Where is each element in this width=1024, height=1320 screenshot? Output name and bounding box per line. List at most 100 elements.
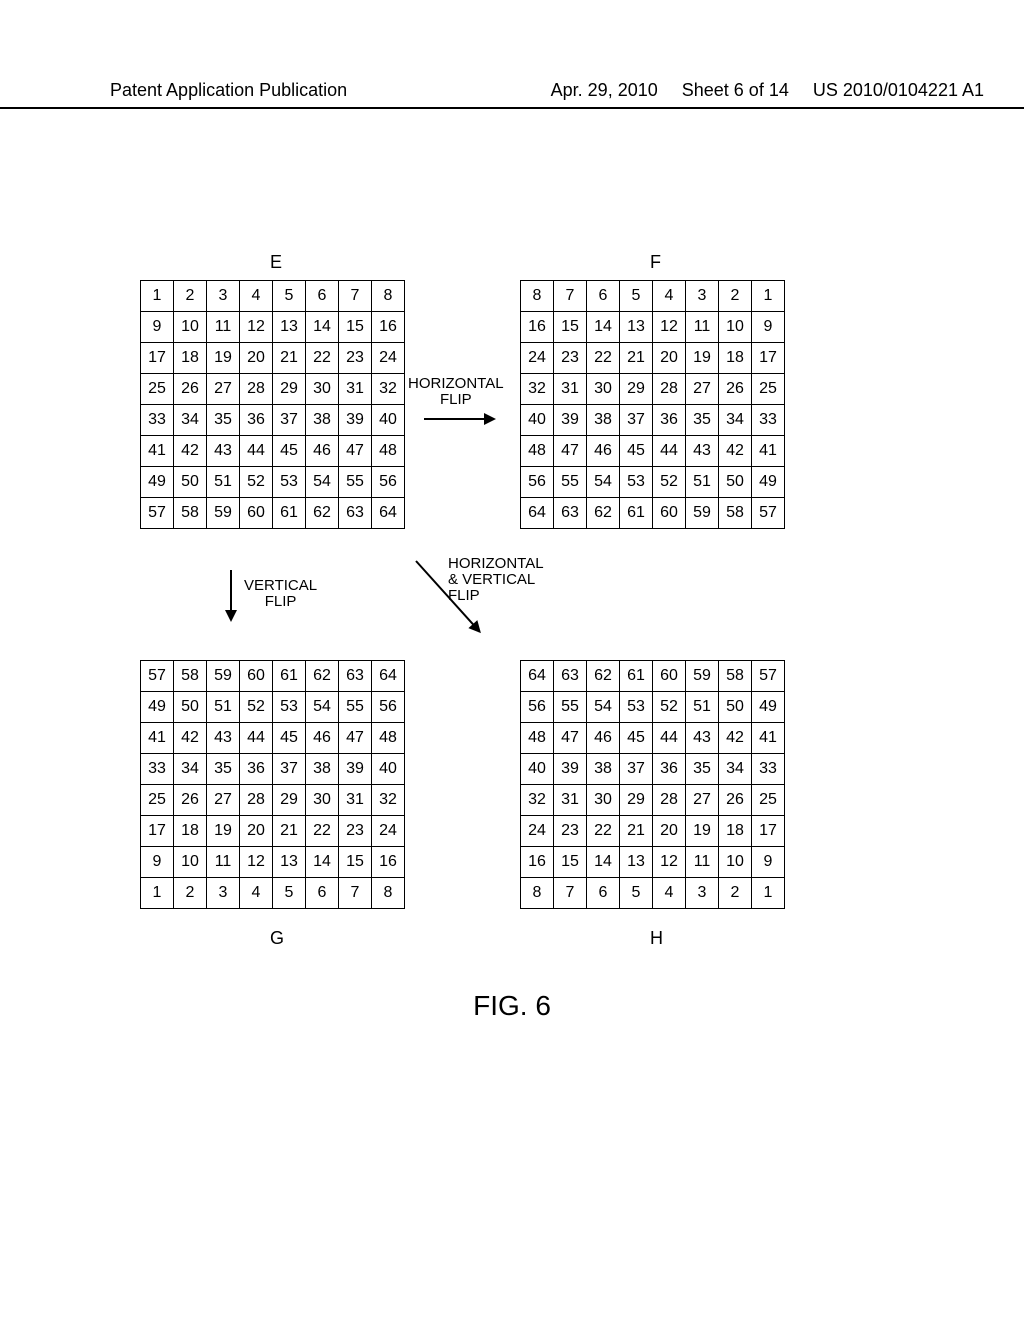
grid-cell: 38	[587, 405, 620, 436]
grid-cell: 53	[620, 692, 653, 723]
vflip-label: VERTICAL FLIP	[244, 578, 317, 610]
hflip-label: HORIZONTAL FLIP	[408, 376, 504, 408]
grid-G: 5758596061626364495051525354555641424344…	[140, 660, 405, 909]
grid-cell: 12	[240, 312, 273, 343]
grid-cell: 38	[587, 754, 620, 785]
grid-cell: 38	[306, 754, 339, 785]
grid-cell: 20	[653, 816, 686, 847]
grid-cell: 58	[719, 498, 752, 529]
grid-cell: 12	[653, 312, 686, 343]
hvflip-line1: HORIZONTAL	[448, 556, 544, 572]
page-header: Patent Application Publication Apr. 29, …	[0, 80, 1024, 109]
patent-page: Patent Application Publication Apr. 29, …	[0, 0, 1024, 1320]
grid-cell: 22	[306, 816, 339, 847]
grid-cell: 26	[719, 785, 752, 816]
grid-cell: 45	[620, 723, 653, 754]
grid-cell: 13	[620, 312, 653, 343]
grid-cell: 53	[273, 692, 306, 723]
grid-cell: 48	[372, 436, 405, 467]
label-F: F	[650, 252, 661, 273]
grid-cell: 31	[339, 374, 372, 405]
grid-cell: 60	[240, 661, 273, 692]
grid-cell: 30	[587, 374, 620, 405]
grid-cell: 16	[521, 847, 554, 878]
grid-cell: 58	[174, 498, 207, 529]
grid-cell: 62	[306, 498, 339, 529]
grid-cell: 18	[174, 816, 207, 847]
header-right: Apr. 29, 2010 Sheet 6 of 14 US 2010/0104…	[551, 80, 984, 101]
grid-cell: 15	[554, 847, 587, 878]
grid-cell: 14	[587, 312, 620, 343]
label-H: H	[650, 928, 663, 949]
grid-cell: 22	[587, 343, 620, 374]
grid-cell: 62	[587, 498, 620, 529]
grid-cell: 24	[521, 343, 554, 374]
grid-cell: 40	[372, 754, 405, 785]
grid-cell: 38	[306, 405, 339, 436]
grid-cell: 33	[141, 754, 174, 785]
grid-cell: 12	[653, 847, 686, 878]
grid-cell: 34	[174, 754, 207, 785]
grid-cell: 25	[752, 785, 785, 816]
grid-cell: 36	[240, 754, 273, 785]
grid-cell: 6	[306, 281, 339, 312]
grid-cell: 9	[141, 847, 174, 878]
grid-cell: 49	[141, 692, 174, 723]
grid-cell: 44	[240, 723, 273, 754]
grid-cell: 10	[719, 312, 752, 343]
grid-cell: 21	[273, 343, 306, 374]
header-left: Patent Application Publication	[110, 80, 347, 101]
grid-cell: 32	[372, 374, 405, 405]
hvflip-line2: & VERTICAL	[448, 572, 544, 588]
grid-cell: 45	[273, 436, 306, 467]
grid-cell: 14	[306, 847, 339, 878]
grid-cell: 18	[174, 343, 207, 374]
grid-cell: 27	[207, 374, 240, 405]
grid-cell: 64	[372, 498, 405, 529]
grid-cell: 18	[719, 343, 752, 374]
grid-cell: 59	[207, 661, 240, 692]
grid-cell: 20	[240, 343, 273, 374]
grid-cell: 59	[686, 661, 719, 692]
grid-cell: 39	[554, 754, 587, 785]
grid-cell: 39	[554, 405, 587, 436]
figure-caption: FIG. 6	[0, 990, 1024, 1022]
grid-cell: 50	[719, 467, 752, 498]
grid-cell: 16	[372, 312, 405, 343]
grid-cell: 21	[620, 816, 653, 847]
grid-cell: 46	[587, 723, 620, 754]
grid-cell: 9	[752, 312, 785, 343]
grid-cell: 35	[686, 754, 719, 785]
grid-cell: 44	[653, 723, 686, 754]
grid-cell: 47	[339, 436, 372, 467]
grid-cell: 19	[686, 343, 719, 374]
grid-cell: 15	[554, 312, 587, 343]
grid-cell: 51	[686, 467, 719, 498]
grid-cell: 31	[554, 785, 587, 816]
grid-cell: 10	[719, 847, 752, 878]
grid-cell: 29	[273, 785, 306, 816]
grid-cell: 41	[752, 723, 785, 754]
grid-cell: 63	[339, 661, 372, 692]
grid-cell: 60	[240, 498, 273, 529]
grid-cell: 48	[372, 723, 405, 754]
grid-cell: 34	[174, 405, 207, 436]
grid-cell: 26	[174, 374, 207, 405]
grid-cell: 21	[273, 816, 306, 847]
grid-cell: 37	[273, 405, 306, 436]
hvflip-label: HORIZONTAL & VERTICAL FLIP	[448, 556, 544, 604]
grid-cell: 2	[719, 878, 752, 909]
grid-cell: 43	[207, 436, 240, 467]
grid-cell: 29	[620, 785, 653, 816]
grid-cell: 50	[174, 692, 207, 723]
grid-cell: 8	[372, 281, 405, 312]
grid-cell: 22	[306, 343, 339, 374]
grid-cell: 52	[653, 467, 686, 498]
grid-E: 1234567891011121314151617181920212223242…	[140, 280, 405, 529]
grid-cell: 41	[752, 436, 785, 467]
grid-cell: 61	[620, 498, 653, 529]
grid-cell: 51	[207, 692, 240, 723]
grid-cell: 54	[306, 692, 339, 723]
grid-cell: 48	[521, 723, 554, 754]
grid-cell: 6	[587, 281, 620, 312]
